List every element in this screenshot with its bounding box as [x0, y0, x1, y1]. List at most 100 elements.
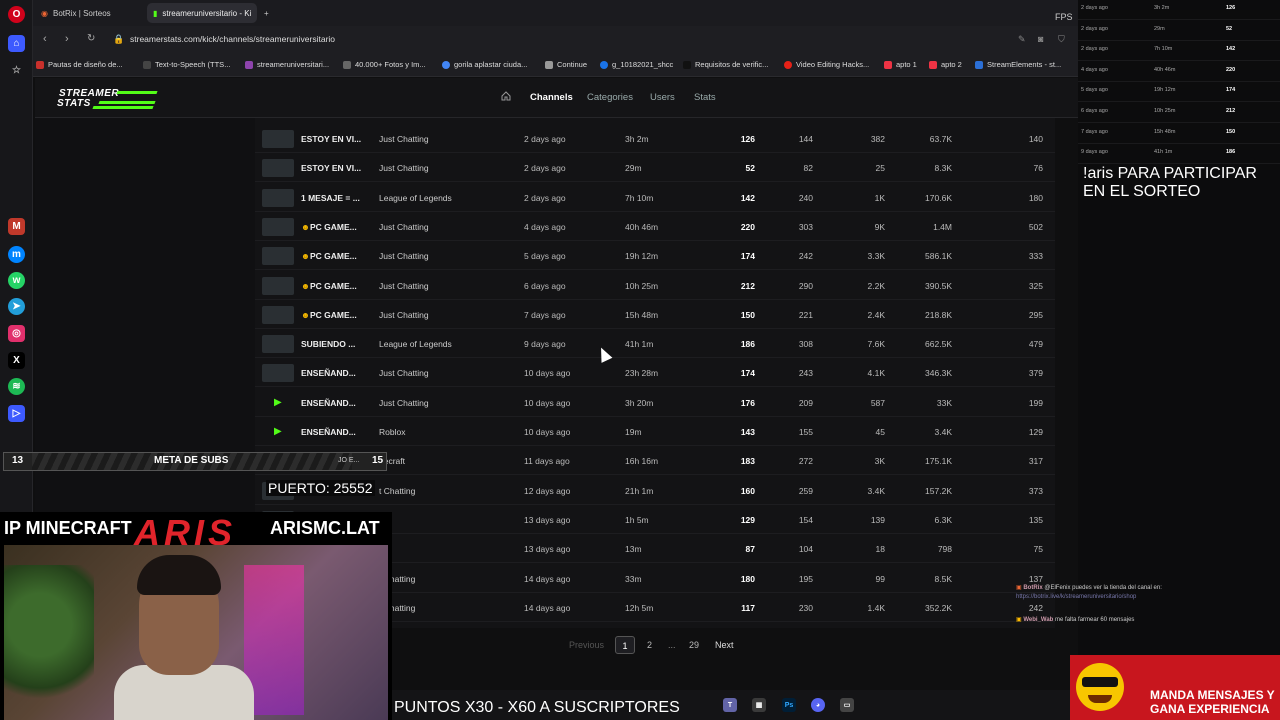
table-row[interactable]: ☻PC GAME... Just Chatting 4 days ago 40h 46… [255, 212, 1055, 241]
spotify-icon[interactable]: ≋ [8, 378, 25, 395]
gmail-icon[interactable]: M [8, 218, 25, 235]
table-row[interactable]: ☻PC GAME... Just Chatting 7 days ago 15h 48… [255, 300, 1055, 329]
stream-title[interactable]: ☻PC GAME... [301, 251, 357, 261]
previous-page-button[interactable]: Previous [569, 636, 604, 654]
stream-thumbnail[interactable] [262, 247, 294, 266]
instagram-icon[interactable]: ◎ [8, 325, 25, 342]
table-row[interactable]: ESTOY EN VI... Just Chatting 2 days ago 3h … [255, 124, 1055, 153]
stream-title[interactable]: 1 MESAJE = ... [301, 193, 360, 203]
avg-viewers: 176 [740, 397, 755, 408]
stream-title[interactable]: ENSEÑAND... [301, 398, 356, 408]
edit-icon[interactable]: ✎ [1018, 34, 1026, 45]
page-2-button[interactable]: 2 [647, 636, 652, 654]
stream-category[interactable]: Just Chatting [379, 134, 429, 144]
stream-thumbnail[interactable] [262, 217, 294, 236]
tab-streamerstats[interactable]: ▮ streameruniversitario - Ki [147, 3, 257, 23]
window-icon[interactable]: ▭ [840, 698, 854, 712]
stream-title[interactable]: ESTOY EN VI... [301, 134, 361, 144]
stream-category[interactable]: Just Chatting [379, 310, 429, 320]
photoshop-icon[interactable]: Ps [782, 698, 796, 712]
bookmark-item[interactable]: Text-to-Speech (TTS... [143, 60, 230, 69]
table-row[interactable]: ESTOY EN VI... Just Chatting 2 days ago 29m… [255, 153, 1055, 183]
new-tab-button[interactable]: + [261, 3, 277, 23]
table-row[interactable]: ENSEÑAND... Just Chatting 10 days ago 23h 2… [255, 358, 1055, 388]
table-row[interactable]: ▶ ENSEÑAND... Just Chatting 10 days ago 3h 2… [255, 388, 1055, 417]
stream-title[interactable]: ENSEÑAND... [301, 427, 356, 437]
stream-category[interactable]: Just Chatting [379, 163, 429, 173]
next-page-button[interactable]: Next [715, 636, 734, 654]
stream-category[interactable]: Just Chatting [379, 222, 429, 232]
discord-icon[interactable]: ◕ [811, 698, 825, 712]
home-icon[interactable]: ⌂ [8, 35, 25, 52]
x-icon[interactable]: X [8, 352, 25, 369]
stream-category[interactable]: Just Chatting [379, 398, 429, 408]
home-icon[interactable] [501, 91, 511, 101]
stream-category[interactable]: Just Chatting [379, 281, 429, 291]
bookmark-icon [442, 60, 450, 69]
stream-thumbnail[interactable] [262, 188, 294, 207]
bookmark-item[interactable]: 40.000+ Fotos y Im... [343, 60, 426, 69]
nav-users[interactable]: Users [650, 92, 675, 103]
nav-categories[interactable]: Categories [587, 92, 633, 103]
stream-thumbnail[interactable] [262, 364, 294, 383]
bookmark-item[interactable]: StreamElements - st... [975, 60, 1061, 69]
stat-5: 373 [1028, 485, 1043, 496]
messenger-icon[interactable]: m [8, 246, 25, 263]
stream-title[interactable]: ESTOY EN VI... [301, 163, 361, 173]
nav-stats[interactable]: Stats [694, 92, 716, 103]
url-field[interactable]: streamerstats.com/kick/channels/streamer… [130, 34, 335, 44]
table-row[interactable]: t Chatting 12 days ago 21h 1m 160 259 3.4K 157… [255, 476, 1055, 505]
page-29-button[interactable]: 29 [689, 636, 699, 654]
bookmark-item[interactable]: apto 1 [884, 60, 917, 69]
stream-category[interactable]: League of Legends [379, 339, 452, 349]
nav-channels[interactable]: Channels [530, 92, 573, 103]
stream-thumbnail[interactable] [262, 130, 294, 148]
stream-category[interactable]: League of Legends [379, 193, 452, 203]
calculator-icon[interactable]: ▦ [752, 698, 766, 712]
table-row[interactable]: 1 MESAJE = ... League of Legends 2 days ag… [255, 183, 1055, 212]
avg-viewers: 174 [740, 368, 755, 379]
bookmark-item[interactable]: apto 2 [929, 60, 962, 69]
stream-category[interactable]: Just Chatting [379, 368, 429, 378]
shield-icon[interactable]: ⛉ [1058, 34, 1065, 45]
stream-title[interactable]: ☻PC GAME... [301, 281, 357, 291]
stream-category[interactable]: Just Chatting [379, 251, 429, 261]
bookmark-item[interactable]: Continue [545, 60, 587, 69]
bookmark-item[interactable]: Video Editing Hacks... [784, 60, 869, 69]
star-icon[interactable]: ☆ [8, 62, 25, 79]
tab-botrix[interactable]: ◉ BotRix | Sorteos [35, 3, 143, 23]
teams-icon[interactable]: T [723, 698, 737, 712]
player-icon[interactable]: ▷ [8, 405, 25, 422]
table-row[interactable]: ☻PC GAME... Just Chatting 6 days ago 10h 25… [255, 271, 1055, 300]
stream-title[interactable]: ENSEÑAND... [301, 368, 356, 378]
stream-category[interactable]: t Chatting [379, 486, 415, 496]
telegram-icon[interactable]: ➤ [8, 298, 25, 315]
table-row[interactable]: ☻PC GAME... Just Chatting 5 days ago 19h 12… [255, 241, 1055, 271]
table-row[interactable]: SUBIENDO ... League of Legends 9 days ago 4… [255, 329, 1055, 359]
whatsapp-icon[interactable]: w [8, 272, 25, 289]
camera-icon[interactable]: ◙ [1038, 34, 1043, 44]
page-1-button[interactable]: 1 [615, 636, 635, 654]
bookmark-item[interactable]: Requisitos de verific... [683, 60, 768, 69]
stream-thumbnail[interactable]: ▶ [262, 394, 294, 412]
stream-title[interactable]: ☻PC GAME... [301, 222, 357, 232]
bookmark-item[interactable]: g_10182021_shcc [600, 60, 673, 69]
opera-logo-icon[interactable]: O [8, 6, 25, 23]
stream-thumbnail[interactable] [262, 159, 294, 178]
stream-title[interactable]: SUBIENDO ... [301, 339, 355, 349]
stream-thumbnail[interactable] [262, 305, 294, 324]
bookmark-item[interactable]: Pautas de diseño de... [36, 60, 123, 69]
stream-thumbnail[interactable] [262, 276, 294, 295]
stream-category[interactable]: Roblox [379, 427, 405, 437]
table-row[interactable]: ▶ ENSEÑAND... Roblox 10 days ago 19m 143 155 45… [255, 417, 1055, 446]
stat-3: 4.1K [867, 368, 886, 379]
bookmark-item[interactable]: streameruniversitari... [245, 60, 329, 69]
stream-thumbnail[interactable] [262, 335, 294, 354]
stream-title[interactable]: ☻PC GAME... [301, 310, 357, 320]
streamerstats-logo[interactable]: STREAMER STATS [57, 88, 158, 110]
stream-thumbnail[interactable]: ▶ [262, 423, 294, 441]
bookmark-item[interactable]: gorila aplastar ciuda... [442, 60, 527, 69]
forward-icon[interactable]: › [65, 33, 69, 45]
back-icon[interactable]: ‹ [43, 33, 47, 45]
reload-icon[interactable]: ↻ [87, 33, 95, 44]
